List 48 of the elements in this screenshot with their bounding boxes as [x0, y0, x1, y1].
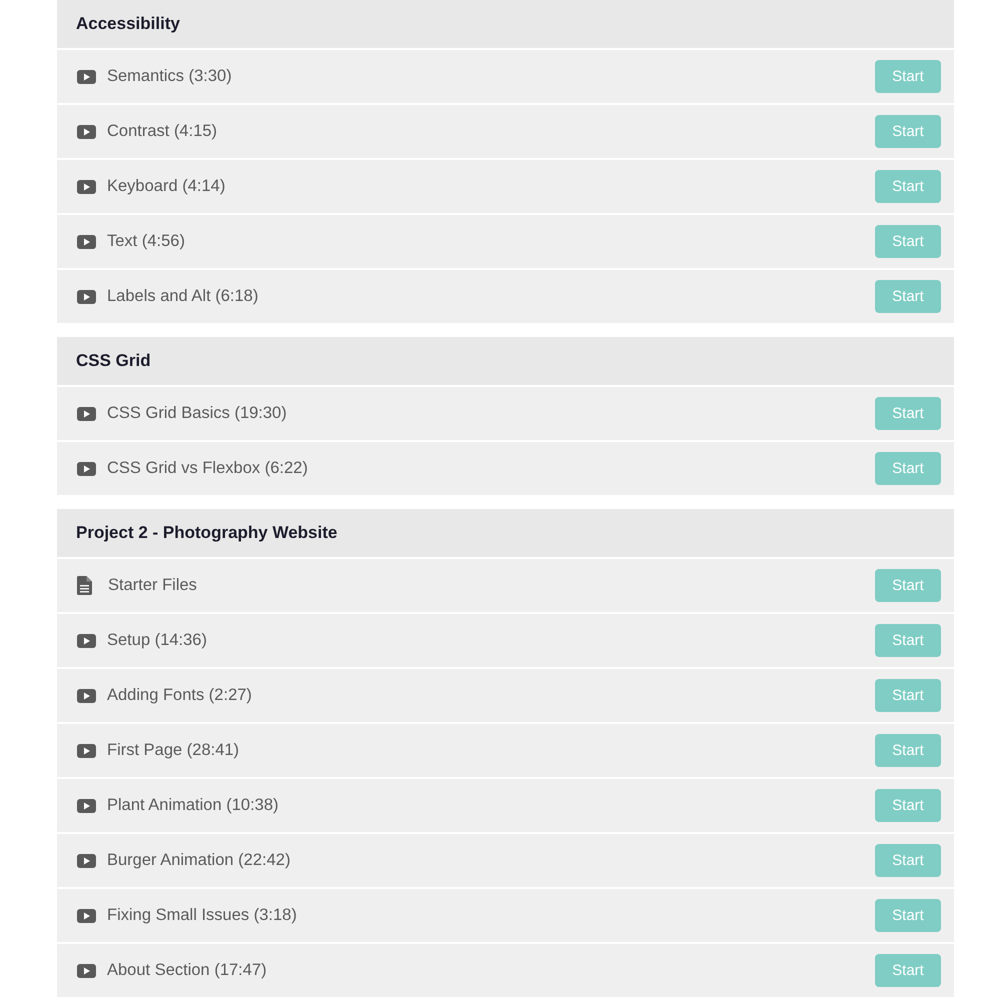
lesson-title: Keyboard (4:14) — [107, 177, 226, 196]
lesson-title: Plant Animation (10:38) — [107, 796, 280, 815]
play-icon — [77, 854, 96, 868]
play-icon — [77, 290, 96, 304]
play-icon — [77, 964, 96, 978]
start-button[interactable]: Start — [875, 225, 941, 258]
start-button[interactable]: Start — [875, 954, 941, 987]
start-button[interactable]: Start — [875, 789, 941, 822]
lesson-title: Contrast (4:15) — [107, 122, 218, 141]
start-button[interactable]: Start — [875, 452, 941, 485]
lesson-title: Text (4:56) — [107, 232, 186, 251]
play-icon — [77, 124, 96, 138]
section-title: Accessibility — [76, 14, 180, 34]
play-icon — [77, 180, 96, 194]
start-button[interactable]: Start — [875, 569, 941, 602]
lesson-title: Adding Fonts (2:27) — [107, 686, 253, 705]
play-icon — [77, 70, 96, 84]
start-button[interactable]: Start — [875, 624, 941, 657]
start-button[interactable]: Start — [875, 280, 941, 313]
start-button[interactable]: Start — [875, 899, 941, 932]
start-button[interactable]: Start — [875, 60, 941, 93]
start-button[interactable]: Start — [875, 170, 941, 203]
start-button[interactable]: Start — [875, 734, 941, 767]
section-title: CSS Grid — [76, 351, 151, 371]
play-icon — [77, 634, 96, 648]
lesson-title: Labels and Alt (6:18) — [107, 287, 260, 306]
play-icon — [77, 908, 96, 922]
section-title: Project 2 - Photography Website — [76, 523, 338, 543]
start-button[interactable]: Start — [875, 115, 941, 148]
lesson-title: CSS Grid Basics (19:30) — [107, 404, 288, 423]
document-icon — [77, 576, 92, 595]
lesson-title: CSS Grid vs Flexbox (6:22) — [107, 459, 309, 478]
lesson-title: Semantics (3:30) — [107, 67, 233, 86]
play-icon — [77, 688, 96, 702]
play-icon — [77, 462, 96, 476]
start-button[interactable]: Start — [875, 397, 941, 430]
start-button[interactable]: Start — [875, 844, 941, 877]
lesson-title: Setup (14:36) — [107, 631, 208, 650]
play-icon — [77, 798, 96, 812]
lesson-title: First Page (28:41) — [107, 741, 240, 760]
lesson-title: Burger Animation (22:42) — [107, 851, 292, 870]
lesson-title: Starter Files — [108, 576, 198, 595]
lesson-title: Fixing Small Issues (3:18) — [107, 906, 298, 925]
start-button[interactable]: Start — [875, 679, 941, 712]
play-icon — [77, 406, 96, 420]
lesson-title: About Section (17:47) — [107, 961, 268, 980]
play-icon — [77, 744, 96, 758]
play-icon — [77, 234, 96, 248]
